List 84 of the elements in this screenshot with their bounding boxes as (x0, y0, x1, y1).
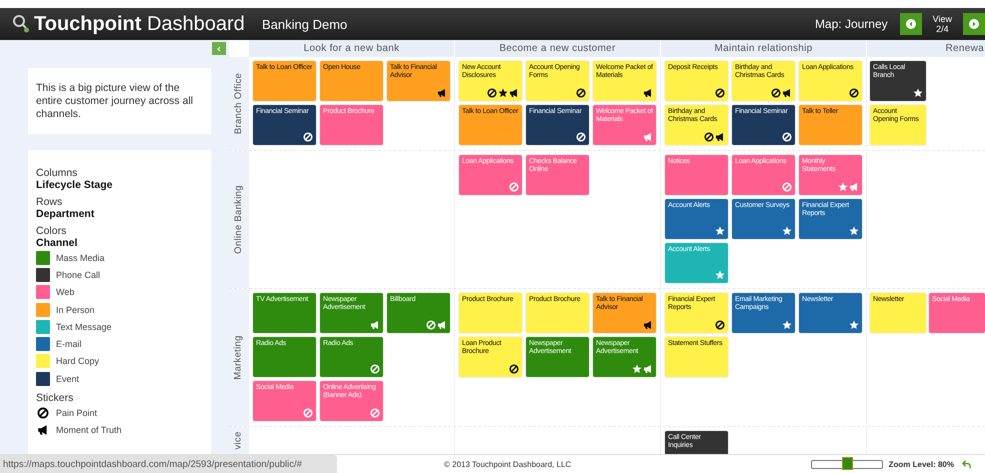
star-icon (715, 226, 725, 236)
megaphone-icon (643, 88, 653, 98)
map-description: This is a big picture view of the entire customer journey across all channels. (28, 68, 211, 134)
legend-heading: Columns (36, 167, 78, 179)
chevron-left-icon (216, 46, 222, 52)
row-label: Online Banking (233, 185, 244, 254)
star-icon (498, 88, 508, 98)
channel-label: Hard Copy (56, 356, 100, 366)
star-icon (849, 320, 859, 330)
star-icon (782, 226, 792, 236)
pain-point-icon (509, 182, 519, 192)
pain-point-icon (782, 132, 792, 142)
pain-point-icon (782, 182, 792, 192)
star-icon (632, 364, 642, 374)
channel-label: Mass Media (56, 252, 105, 263)
column-header: Maintain relationship (660, 40, 866, 57)
previous-view-button[interactable] (900, 13, 922, 35)
app-title: Touchpoint Dashboard (34, 12, 245, 36)
next-view-button[interactable] (963, 13, 985, 35)
channel-label: E-mail (56, 339, 82, 350)
status-url: https://maps.touchpointdashboard.com/map/2593/presentation/public/# (0, 455, 337, 473)
pain-point-icon (704, 132, 714, 142)
map-type: Map: Journey (814, 17, 888, 31)
pain-point-icon (509, 364, 519, 374)
megaphone-icon (782, 88, 792, 98)
pain-point-icon (487, 88, 497, 98)
zoom-level: Zoom Level: 80% (888, 460, 954, 468)
legend-value: Lifecycle Stage (36, 179, 114, 191)
pain-point-icon (426, 320, 436, 330)
pain-point-icon (370, 364, 380, 374)
pain-point-icon (849, 88, 859, 98)
megaphone-icon (643, 132, 653, 142)
star-icon (782, 320, 792, 330)
legend-heading: Rows (36, 196, 64, 208)
row-label: Marketing (233, 335, 244, 380)
magnifier-logo-icon (12, 14, 30, 34)
column-header: Renewa (866, 40, 985, 57)
pain-point-icon (370, 408, 380, 418)
collapse-sidebar-button[interactable] (212, 42, 226, 55)
right-arrow-circle-icon (969, 19, 979, 29)
legend-heading: Colors (36, 225, 68, 237)
row-label: vice (233, 431, 244, 450)
megaphone-icon (370, 320, 380, 330)
column-header: Become a new customer (454, 40, 660, 57)
view-count: 2/4 (936, 24, 949, 34)
undo-arrow-icon (962, 460, 971, 468)
megaphone-icon (715, 132, 725, 142)
copyright: © 2013 Touchpoint Dashboard, LLC (444, 460, 572, 468)
map-name: Banking Demo (262, 16, 348, 32)
zoom-slider[interactable] (810, 460, 883, 468)
star-icon (849, 226, 859, 236)
pain-point-icon (576, 88, 586, 98)
column-header: Look for a new bank (248, 40, 454, 57)
star-icon (715, 270, 725, 280)
pain-point-icon (303, 408, 313, 418)
view-label: View (932, 14, 952, 24)
sticker-label: Moment of Truth (56, 425, 122, 436)
left-arrow-circle-icon (906, 19, 916, 29)
channel-label: Text Message (56, 322, 112, 332)
megaphone-icon (643, 364, 653, 374)
pain-point-icon (715, 320, 725, 330)
megaphone-icon (37, 424, 49, 436)
pain-point-icon (771, 88, 781, 98)
legend-heading: Stickers (36, 392, 74, 404)
pain-point-icon (37, 407, 49, 420)
channel-label: Web (56, 287, 74, 298)
megaphone-icon (437, 88, 447, 98)
channel-label: Phone Call (56, 270, 100, 280)
channel-label: Event (56, 374, 80, 384)
pain-point-icon (715, 88, 725, 98)
pain-point-icon (303, 132, 313, 142)
star-icon (913, 88, 923, 98)
legend-value: Department (36, 208, 96, 220)
megaphone-icon (437, 320, 447, 330)
star-icon (838, 182, 848, 192)
sticker-label: Pain Point (56, 408, 98, 418)
megaphone-icon (643, 320, 653, 330)
legend-value: Channel (36, 237, 78, 249)
megaphone-icon (849, 182, 859, 192)
row-label: Branch Office (233, 72, 244, 134)
megaphone-icon (509, 88, 519, 98)
channel-label: In Person (56, 304, 95, 315)
zoom-slider-thumb[interactable] (842, 456, 853, 470)
pain-point-icon (576, 132, 586, 142)
